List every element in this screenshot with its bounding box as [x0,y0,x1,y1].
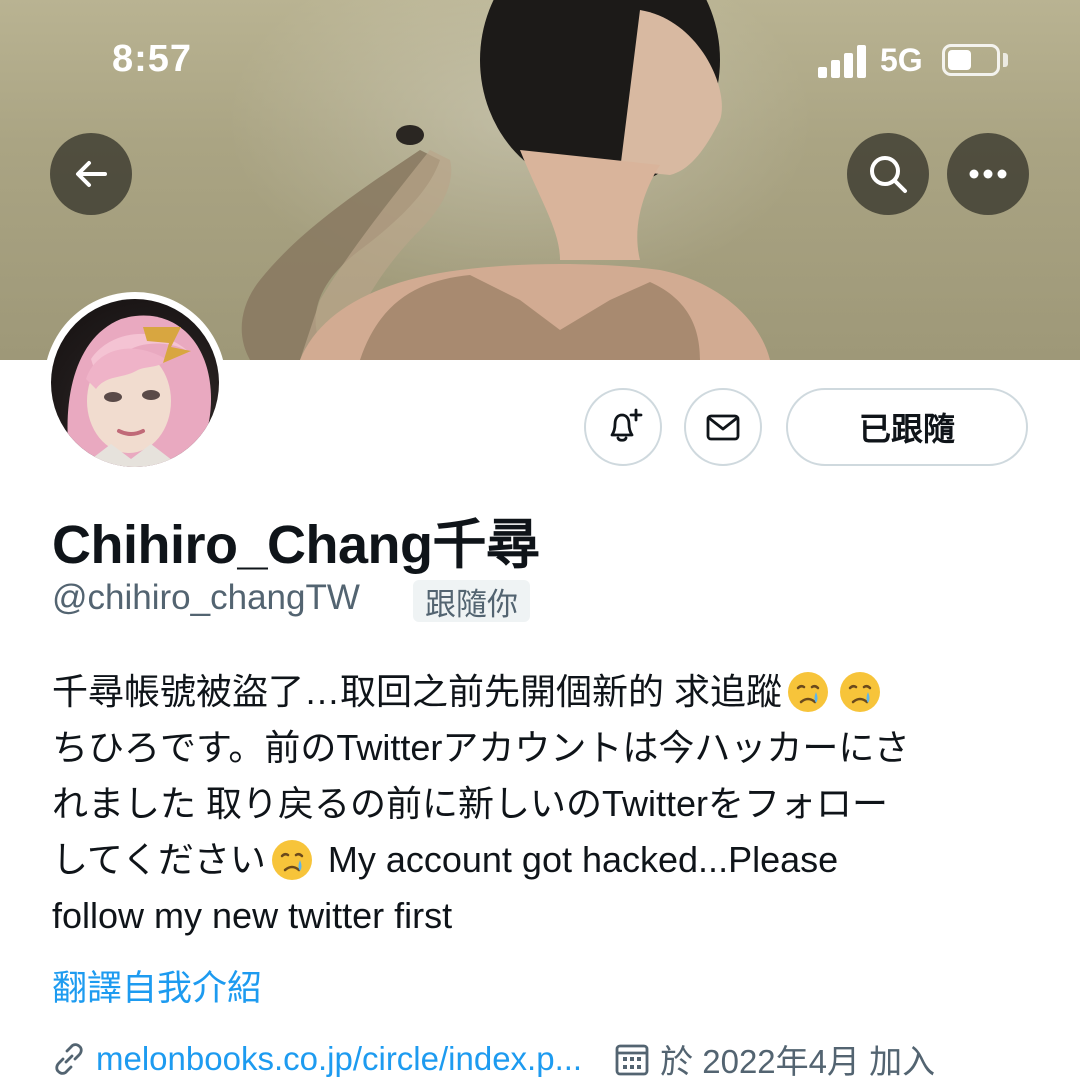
cellular-signal-icon [818,44,870,78]
display-name: Chihiro_Chang千尋 [52,515,540,575]
envelope-icon [706,414,740,441]
message-button[interactable] [684,388,762,466]
bell-plus-icon [610,408,643,442]
more-horizontal-icon [969,169,1007,179]
avatar[interactable] [44,292,226,474]
crying-face-icon [788,672,829,712]
user-handle: @chihiro_changTW [52,578,360,617]
profile-bio: 千尋帳號被盜了…取回之前先開個新的 求追蹤 ちひろです。前のTwitterアカウ… [52,664,1052,944]
notify-button[interactable] [584,388,662,466]
bio-line: follow my new twitter first [52,888,1052,944]
bio-text: ちひろです。前のTwitterアカウントは今ハッカーにさ [52,727,910,768]
translate-bio-link[interactable]: 翻譯自我介紹 [52,960,262,1011]
website-link[interactable]: melonbooks.co.jp/circle/index.p... [96,1040,582,1078]
back-button[interactable] [50,133,132,215]
bio-line: れました 取り戻るの前に新しいのTwitterをフォロー [52,776,1052,832]
bio-line: してください My account got hacked...Please [52,832,1052,888]
bio-line: 千尋帳號被盜了…取回之前先開個新的 求追蹤 [52,664,1052,720]
battery-fill [948,50,971,70]
bio-text: 千尋帳號被盜了…取回之前先開個新的 求追蹤 [52,671,783,712]
search-icon [870,156,907,193]
battery-icon [942,44,1000,76]
bio-text: My account got hacked...Please [317,839,839,880]
bio-text: れました 取り戻るの前に新しいのTwitterをフォロー [52,783,889,824]
battery-tip [1003,53,1008,67]
search-button[interactable] [847,133,929,215]
bio-line: ちひろです。前のTwitterアカウントは今ハッカーにさ [52,720,1052,776]
network-type: 5G [880,42,923,78]
profile-meta: melonbooks.co.jp/circle/index.p... 於 202… [52,1034,1052,1084]
bio-text: してください [52,839,266,880]
joined-date: 於 2022年4月 加入 [660,1043,936,1080]
link-icon [55,1043,83,1075]
bio-text: follow my new twitter first [52,895,453,936]
avatar-image [51,299,219,467]
avatar-photo [67,315,211,467]
status-time: 8:57 [112,38,193,80]
crying-face-icon [840,672,881,712]
arrow-left-icon [76,161,107,187]
crying-face-icon [271,840,312,880]
follows-you-badge: 跟隨你 [413,580,530,622]
calendar-icon [615,1044,649,1076]
more-button[interactable] [947,133,1029,215]
following-button[interactable]: 已跟隨 [786,388,1028,466]
